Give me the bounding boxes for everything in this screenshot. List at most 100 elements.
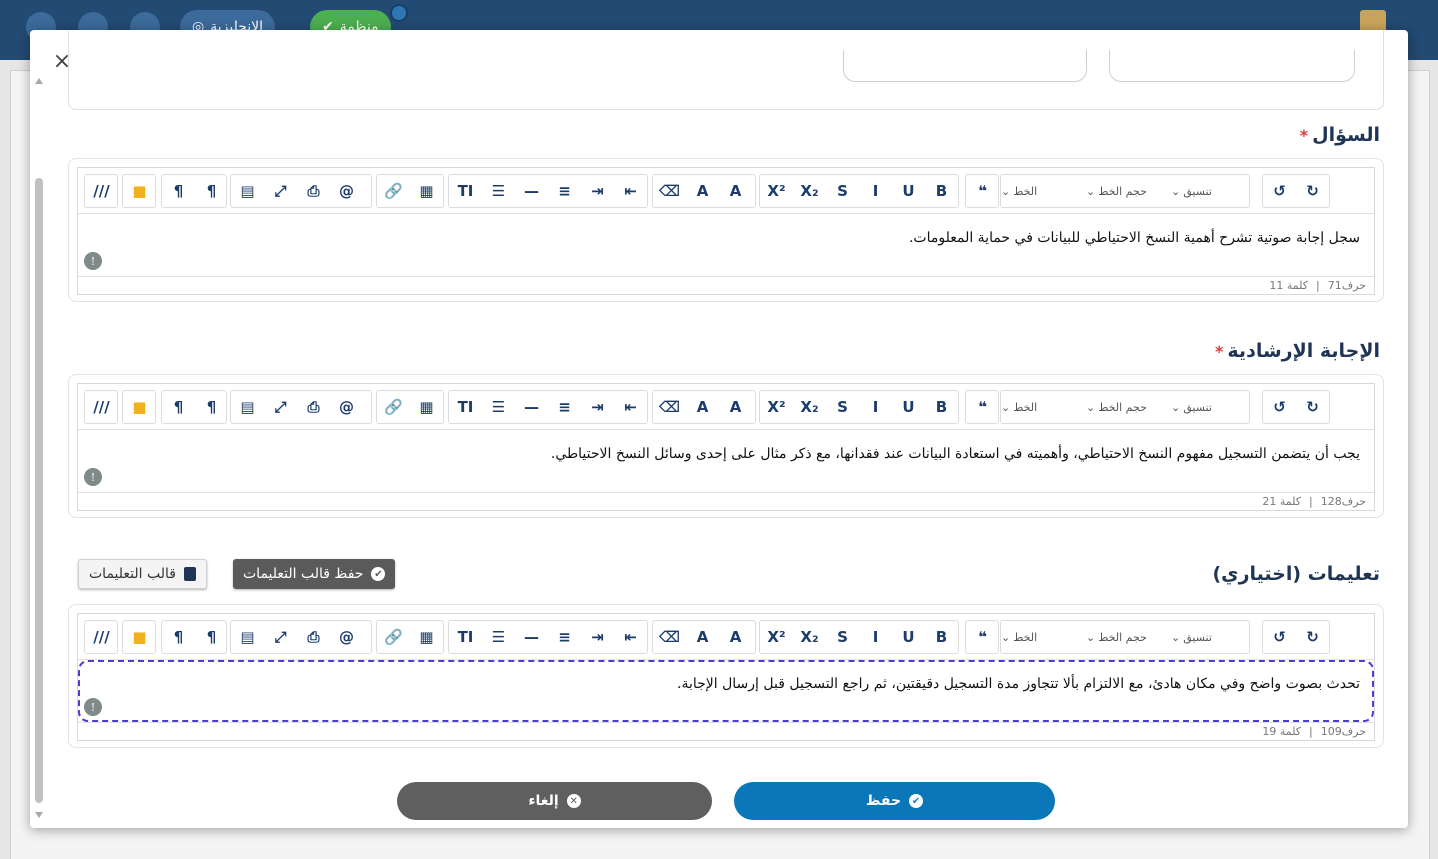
ordered-list-button[interactable]: ☰ (482, 175, 515, 207)
outdent-button[interactable]: ⇤ (614, 391, 647, 423)
font-size-select[interactable]: حجم الخط ⌄ (1086, 175, 1166, 207)
question-editor-content[interactable]: سجل إجابة صوتية تشرح أهمية النسخ الاحتيا… (78, 214, 1374, 276)
eraser-icon[interactable]: ⌫ (653, 621, 686, 653)
folder-icon[interactable]: ■ (123, 391, 156, 423)
subscript-button[interactable]: X₂ (793, 175, 826, 207)
underline-button[interactable]: U (892, 175, 925, 207)
ltr-direction-icon[interactable]: ¶ (195, 391, 228, 423)
blockquote-button[interactable]: ❝ (966, 621, 999, 653)
table-icon[interactable]: ▦ (410, 391, 443, 423)
eraser-icon[interactable]: ⌫ (653, 391, 686, 423)
print-icon[interactable]: ⎙ (297, 175, 330, 207)
mention-icon[interactable]: @ (330, 391, 363, 423)
background-color-icon[interactable]: A (686, 175, 719, 207)
scroll-up-icon[interactable] (35, 78, 43, 84)
redo-button[interactable]: ↻ (1296, 175, 1329, 207)
subscript-button[interactable]: X₂ (793, 391, 826, 423)
subscript-button[interactable]: X₂ (793, 621, 826, 653)
mention-icon[interactable]: @ (330, 175, 363, 207)
fullscreen-icon[interactable]: ⤢ (264, 391, 297, 423)
font-color-icon[interactable]: A (719, 391, 752, 423)
italic-button[interactable]: I (859, 175, 892, 207)
folder-icon[interactable]: ■ (123, 175, 156, 207)
format-select[interactable]: تنسيق ⌄ (1171, 391, 1251, 423)
eraser-icon[interactable]: ⌫ (653, 175, 686, 207)
indent-button[interactable]: ⇥ (581, 175, 614, 207)
print-icon[interactable]: ⎙ (297, 621, 330, 653)
warning-icon[interactable]: ! (84, 252, 102, 270)
rtl-direction-icon[interactable]: ¶ (162, 621, 195, 653)
superscript-button[interactable]: X² (760, 621, 793, 653)
undo-button[interactable]: ↺ (1263, 175, 1296, 207)
undo-button[interactable]: ↺ (1263, 391, 1296, 423)
format-select[interactable]: تنسيق ⌄ (1171, 621, 1251, 653)
ltr-direction-icon[interactable]: ¶ (195, 621, 228, 653)
underline-button[interactable]: U (892, 621, 925, 653)
table-icon[interactable]: ▦ (410, 621, 443, 653)
blockquote-button[interactable]: ❝ (966, 175, 999, 207)
rtl-direction-icon[interactable]: ¶ (162, 175, 195, 207)
save-button[interactable]: ✔ حفظ (734, 782, 1055, 820)
bold-button[interactable]: B (925, 175, 958, 207)
template-icon[interactable]: ▤ (231, 175, 264, 207)
template-icon[interactable]: ▤ (231, 621, 264, 653)
horizontal-rule-button[interactable]: — (515, 621, 548, 653)
template-icon[interactable]: ▤ (231, 391, 264, 423)
strikethrough-button[interactable]: S (826, 175, 859, 207)
link-icon[interactable]: 🔗 (377, 391, 410, 423)
underline-button[interactable]: U (892, 391, 925, 423)
field-stub[interactable] (843, 50, 1087, 82)
rtl-direction-icon[interactable]: ¶ (162, 391, 195, 423)
italic-button[interactable]: I (859, 621, 892, 653)
print-icon[interactable]: ⎙ (297, 391, 330, 423)
horizontal-rule-button[interactable]: — (515, 391, 548, 423)
align-button[interactable]: ≡ (548, 621, 581, 653)
text-transform-button[interactable]: TI (449, 175, 482, 207)
ordered-list-button[interactable]: ☰ (482, 621, 515, 653)
folder-icon[interactable]: ■ (123, 621, 156, 653)
font-color-icon[interactable]: A (719, 175, 752, 207)
scroll-down-icon[interactable] (35, 812, 43, 818)
superscript-button[interactable]: X² (760, 391, 793, 423)
horizontal-rule-button[interactable]: — (515, 175, 548, 207)
more-icon[interactable]: /// (85, 175, 118, 207)
fullscreen-icon[interactable]: ⤢ (264, 175, 297, 207)
warning-icon[interactable]: ! (84, 468, 102, 486)
scrollbar-thumb[interactable] (35, 178, 43, 803)
redo-button[interactable]: ↻ (1296, 391, 1329, 423)
more-icon[interactable]: /// (85, 621, 118, 653)
indent-button[interactable]: ⇥ (581, 391, 614, 423)
background-color-icon[interactable]: A (686, 621, 719, 653)
instructions-template-button[interactable]: قالب التعليمات (78, 559, 207, 589)
mention-icon[interactable]: @ (330, 621, 363, 653)
scrollbar[interactable] (34, 78, 44, 818)
outdent-button[interactable]: ⇤ (614, 621, 647, 653)
font-size-select[interactable]: حجم الخط ⌄ (1086, 391, 1166, 423)
bold-button[interactable]: B (925, 621, 958, 653)
font-family-select[interactable]: الخط ⌄ (1001, 391, 1081, 423)
background-color-icon[interactable]: A (686, 391, 719, 423)
more-icon[interactable]: /// (85, 391, 118, 423)
warning-icon[interactable]: ! (84, 698, 102, 716)
table-icon[interactable]: ▦ (410, 175, 443, 207)
outdent-button[interactable]: ⇤ (614, 175, 647, 207)
indent-button[interactable]: ⇥ (581, 621, 614, 653)
font-color-icon[interactable]: A (719, 621, 752, 653)
font-family-select[interactable]: الخط ⌄ (1001, 175, 1081, 207)
link-icon[interactable]: 🔗 (377, 621, 410, 653)
text-transform-button[interactable]: TI (449, 391, 482, 423)
blockquote-button[interactable]: ❝ (966, 391, 999, 423)
align-button[interactable]: ≡ (548, 391, 581, 423)
text-transform-button[interactable]: TI (449, 621, 482, 653)
strikethrough-button[interactable]: S (826, 621, 859, 653)
align-button[interactable]: ≡ (548, 175, 581, 207)
save-template-button[interactable]: ✔ حفظ قالب التعليمات (233, 559, 396, 589)
ltr-direction-icon[interactable]: ¶ (195, 175, 228, 207)
font-size-select[interactable]: حجم الخط ⌄ (1086, 621, 1166, 653)
field-stub[interactable] (1109, 50, 1355, 82)
link-icon[interactable]: 🔗 (377, 175, 410, 207)
bold-button[interactable]: B (925, 391, 958, 423)
undo-button[interactable]: ↺ (1263, 621, 1296, 653)
superscript-button[interactable]: X² (760, 175, 793, 207)
format-select[interactable]: تنسيق ⌄ (1171, 175, 1251, 207)
